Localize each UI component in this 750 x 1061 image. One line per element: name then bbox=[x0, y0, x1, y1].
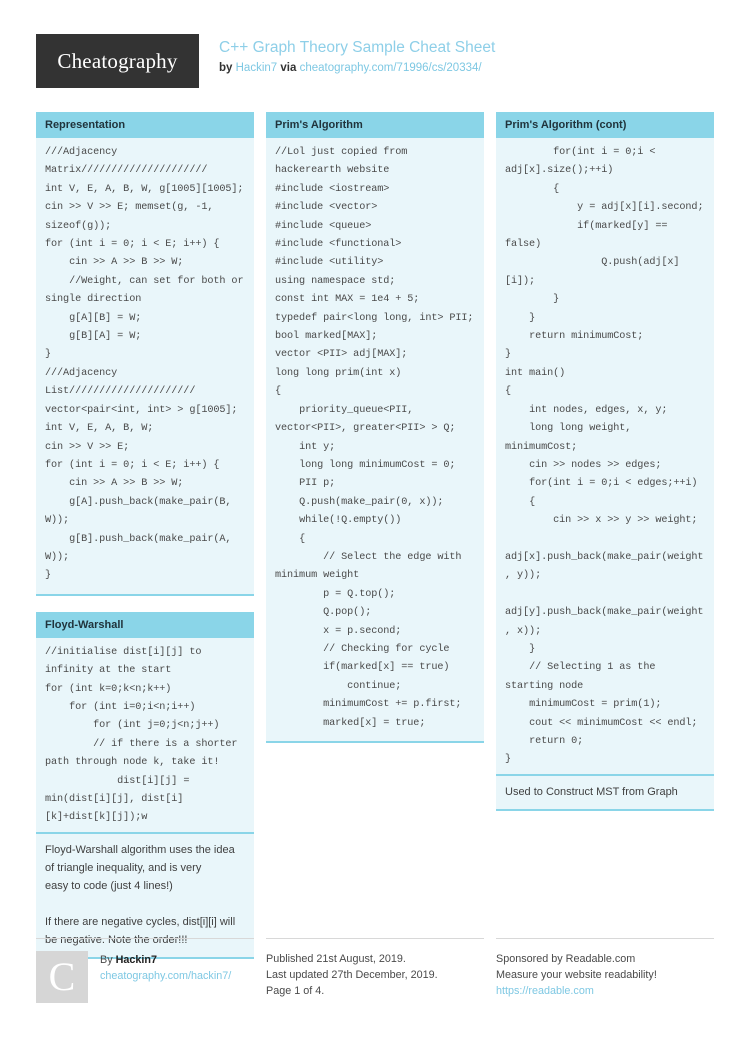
card-title: Prim's Algorithm (cont) bbox=[496, 112, 714, 138]
footer-profile-link[interactable]: cheatography.com/hackin7/ bbox=[100, 968, 231, 984]
via-label: via bbox=[280, 62, 297, 74]
sponsor-name: Readable.com bbox=[565, 953, 636, 965]
code-block: ///Adjacency Matrix/////////////////////… bbox=[45, 147, 244, 582]
sponsored-label: Sponsored by bbox=[496, 953, 563, 965]
cheatography-logo: Cheatography bbox=[36, 34, 199, 88]
title-block: C++ Graph Theory Sample Cheat Sheet by H… bbox=[219, 34, 495, 76]
page-footer: C By Hackin7 cheatography.com/hackin7/ P… bbox=[36, 938, 714, 1003]
card-floyd-warshall: Floyd-Warshall //initialise dist[i][j] t… bbox=[36, 611, 254, 959]
card-title: Representation bbox=[36, 112, 254, 138]
card-prims-algorithm: Prim's Algorithm //Lol just copied from … bbox=[266, 112, 484, 743]
card-body: //Lol just copied from hackerearth websi… bbox=[266, 138, 484, 743]
footer-sponsor-block: Sponsored by Readable.com Measure your w… bbox=[496, 938, 714, 1003]
updated-date: Last updated 27th December, 2019. bbox=[266, 969, 438, 981]
published-date: Published 21st August, 2019. bbox=[266, 953, 406, 965]
card-description: Used to Construct MST from Graph bbox=[496, 773, 714, 811]
code-block: for(int i = 0;i < adj[x].size();++i) { y… bbox=[505, 147, 704, 766]
card-prims-algorithm-cont: Prim's Algorithm (cont) for(int i = 0;i … bbox=[496, 112, 714, 811]
author-link[interactable]: Hackin7 bbox=[236, 62, 278, 74]
card-representation: Representation ///Adjacency Matrix//////… bbox=[36, 112, 254, 596]
page-title: C++ Graph Theory Sample Cheat Sheet bbox=[219, 39, 496, 56]
card-title: Prim's Algorithm bbox=[266, 112, 484, 138]
columns-container: Representation ///Adjacency Matrix//////… bbox=[36, 112, 714, 975]
footer-author-name: Hackin7 bbox=[115, 954, 158, 966]
sponsor-link[interactable]: https://readable.com bbox=[496, 983, 714, 999]
column-3: Prim's Algorithm (cont) for(int i = 0;i … bbox=[496, 112, 714, 827]
footer-author-block: C By Hackin7 cheatography.com/hackin7/ bbox=[36, 938, 254, 1003]
avatar: C bbox=[36, 951, 88, 1003]
card-body: for(int i = 0;i < adj[x].size();++i) { y… bbox=[496, 138, 714, 774]
card-body: //initialise dist[i][j] to infinity at t… bbox=[36, 637, 254, 832]
code-block: //initialise dist[i][j] to infinity at t… bbox=[45, 646, 238, 824]
source-url-link[interactable]: cheatography.com/71996/cs/20334/ bbox=[300, 62, 482, 74]
by-label: by bbox=[219, 62, 233, 74]
page-number: Page 1 of 4. bbox=[266, 985, 325, 997]
logo-text: Cheatography bbox=[57, 48, 178, 73]
cheat-sheet-page: Cheatography C++ Graph Theory Sample Che… bbox=[0, 0, 750, 1061]
byline: by Hackin7 via cheatography.com/71996/cs… bbox=[219, 61, 495, 76]
card-title: Floyd-Warshall bbox=[36, 611, 254, 638]
card-body: ///Adjacency Matrix/////////////////////… bbox=[36, 138, 254, 596]
code-block: //Lol just copied from hackerearth websi… bbox=[275, 147, 474, 729]
footer-publish-block: Published 21st August, 2019. Last update… bbox=[266, 938, 484, 1003]
page-header: Cheatography C++ Graph Theory Sample Che… bbox=[36, 34, 714, 96]
column-1: Representation ///Adjacency Matrix//////… bbox=[36, 112, 254, 975]
sponsor-tagline: Measure your website readability! bbox=[496, 969, 657, 981]
footer-by-label: By bbox=[100, 954, 113, 966]
column-2: Prim's Algorithm //Lol just copied from … bbox=[266, 112, 484, 759]
